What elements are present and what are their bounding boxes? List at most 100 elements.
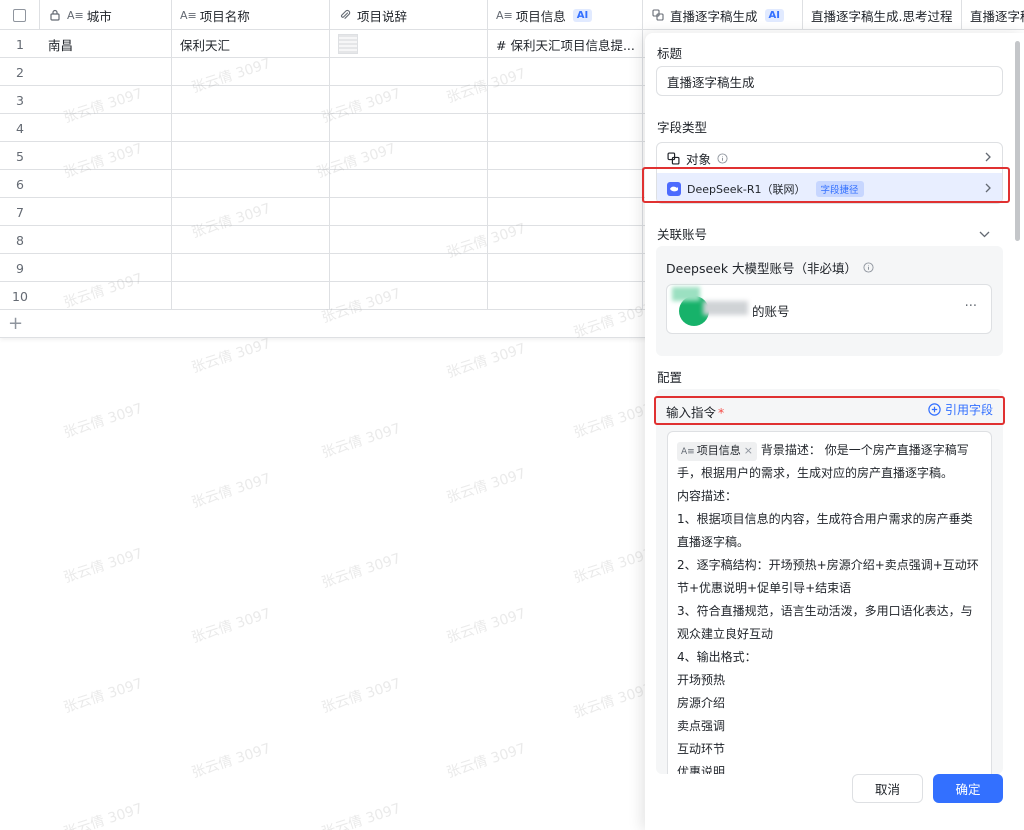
model-option-deepseek[interactable]: DeepSeek-R1（联网） 字段捷径 [657, 173, 1002, 203]
project-pitch-cell[interactable] [330, 226, 488, 254]
more-options-icon[interactable]: ··· [965, 299, 977, 314]
watermark: 张云倩 3097 [189, 470, 273, 512]
info-icon[interactable] [863, 262, 874, 273]
field-shortcut-tag: 字段捷径 [815, 181, 864, 197]
instruction-line: 1、根据项目信息的内容，生成符合用户需求的房产垂类直播逐字稿。 [677, 512, 973, 549]
text-field-icon: A≡ [67, 8, 84, 22]
field-type-select[interactable]: 对象 DeepSeek-R1（联网） 字段捷径 [656, 142, 1003, 204]
project-pitch-cell[interactable] [330, 282, 488, 310]
project-name-cell[interactable] [172, 226, 330, 254]
column-title-script-gen: 直播逐字稿生成 [670, 8, 758, 24]
field-type-option-object[interactable]: 对象 [657, 143, 1002, 173]
column-header-city[interactable]: A≡ 城市 [40, 0, 172, 30]
account-selector[interactable]: 的账号 ··· [666, 284, 992, 334]
project-info-cell[interactable] [488, 114, 643, 142]
project-info-cell[interactable] [488, 254, 643, 282]
project-info-cell[interactable] [488, 198, 643, 226]
project-pitch-cell[interactable] [330, 254, 488, 282]
column-header-project-info[interactable]: A≡ 项目信息 AI [488, 0, 643, 30]
project-name-cell[interactable] [172, 198, 330, 226]
column-title-script: 直播逐字稿 [970, 8, 1024, 24]
text-field-icon: A≡ [681, 447, 695, 457]
project-name-cell[interactable] [172, 282, 330, 310]
panel-scrollbar[interactable] [1015, 41, 1020, 241]
city-cell[interactable] [40, 198, 172, 226]
watermark: 张云倩 3097 [444, 465, 528, 507]
instruction-line: 卖点强调 [677, 719, 726, 733]
watermark: 张云倩 3097 [319, 550, 403, 592]
watermark: 张云倩 3097 [61, 800, 145, 830]
project-info-cell[interactable] [488, 58, 643, 86]
project-name-cell[interactable]: 保利天汇 [172, 30, 330, 58]
ai-badge: AI [572, 8, 593, 22]
city-cell[interactable] [40, 86, 172, 114]
project-info-cell[interactable] [488, 142, 643, 170]
cancel-button[interactable]: 取消 [852, 774, 923, 803]
column-header-script-gen[interactable]: 直播逐字稿生成 AI [643, 0, 803, 30]
reference-field-label: 引用字段 [944, 403, 993, 417]
instruction-line: 互动环节 [677, 742, 726, 756]
project-name-cell[interactable] [172, 254, 330, 282]
project-name-cell[interactable] [172, 142, 330, 170]
project-name-cell[interactable] [172, 114, 330, 142]
watermark: 张云倩 3097 [61, 675, 145, 717]
city-cell[interactable] [40, 142, 172, 170]
project-info-cell[interactable] [488, 226, 643, 254]
instruction-label: 输入指令 [666, 405, 717, 420]
city-cell[interactable] [40, 282, 172, 310]
project-pitch-cell[interactable] [330, 198, 488, 226]
column-header-script[interactable]: 直播逐字稿 [962, 0, 1024, 30]
add-row-button[interactable]: + [8, 314, 23, 334]
instruction-line: 2、逐字稿结构：开场预热+房源介绍+卖点强调+互动环节+优惠说明+促单引导+结束… [677, 558, 979, 595]
project-pitch-cell[interactable] [330, 86, 488, 114]
object-icon [651, 8, 665, 22]
watermark: 张云倩 3097 [189, 335, 273, 377]
field-type-label: 字段类型 [657, 120, 708, 135]
attachment-thumbnail[interactable] [338, 34, 358, 54]
remove-chip-icon[interactable]: × [744, 444, 753, 457]
select-all-checkbox[interactable] [13, 8, 26, 22]
city-cell[interactable] [40, 226, 172, 254]
confirm-button[interactable]: 确定 [933, 774, 1003, 803]
project-pitch-cell[interactable] [330, 170, 488, 198]
project-pitch-cell[interactable] [330, 142, 488, 170]
chevron-down-icon[interactable] [979, 227, 990, 242]
watermark: 张云倩 3097 [189, 605, 273, 647]
project-info-cell[interactable] [488, 282, 643, 310]
column-header-script-thinking[interactable]: 直播逐字稿生成.思考过程 [803, 0, 962, 30]
field-reference-name: 项目信息 [696, 444, 741, 457]
city-cell[interactable] [40, 114, 172, 142]
field-reference-chip[interactable]: A≡ 项目信息 × [677, 442, 757, 461]
project-pitch-cell[interactable] [330, 58, 488, 86]
account-card: Deepseek 大模型账号（非必填） 的账号 ··· [656, 246, 1003, 356]
city-cell[interactable] [40, 58, 172, 86]
account-card-header: Deepseek 大模型账号（非必填） [666, 258, 874, 277]
account-card-title: Deepseek 大模型账号（非必填） [666, 261, 858, 276]
project-pitch-cell[interactable] [330, 114, 488, 142]
city-cell[interactable] [40, 254, 172, 282]
project-name-cell[interactable] [172, 86, 330, 114]
column-header-project-pitch[interactable]: 项目说辞 [330, 0, 488, 30]
project-name-cell[interactable] [172, 58, 330, 86]
title-input[interactable]: 直播逐字稿生成 [656, 66, 1003, 96]
config-label: 配置 [657, 370, 683, 385]
select-all-cell[interactable] [0, 0, 40, 30]
project-name-cell[interactable] [172, 170, 330, 198]
city-cell[interactable] [40, 170, 172, 198]
column-header-project-name[interactable]: A≡ 项目名称 [172, 0, 330, 30]
info-icon[interactable] [717, 152, 728, 164]
project-info-cell[interactable]: # 保利天汇项目信息提... [488, 30, 643, 58]
project-pitch-cell[interactable] [330, 30, 488, 58]
account-label: 关联账号 [657, 227, 708, 242]
instruction-line: 房源介绍 [677, 696, 726, 710]
instruction-line: 优惠说明 [677, 765, 726, 774]
instruction-editor[interactable]: A≡ 项目信息 × 背景描述： 你是一个房产直播逐字稿写手，根据用户的需求，生成对应的… [667, 431, 992, 774]
project-info-cell[interactable] [488, 86, 643, 114]
city-cell[interactable]: 南昌 [40, 30, 172, 58]
watermark: 张云倩 3097 [319, 420, 403, 462]
plus-circle-icon [928, 403, 941, 416]
project-info-cell[interactable] [488, 170, 643, 198]
reference-field-button[interactable]: 引用字段 [928, 401, 993, 418]
watermark: 张云倩 3097 [444, 340, 528, 382]
object-icon [667, 151, 680, 165]
